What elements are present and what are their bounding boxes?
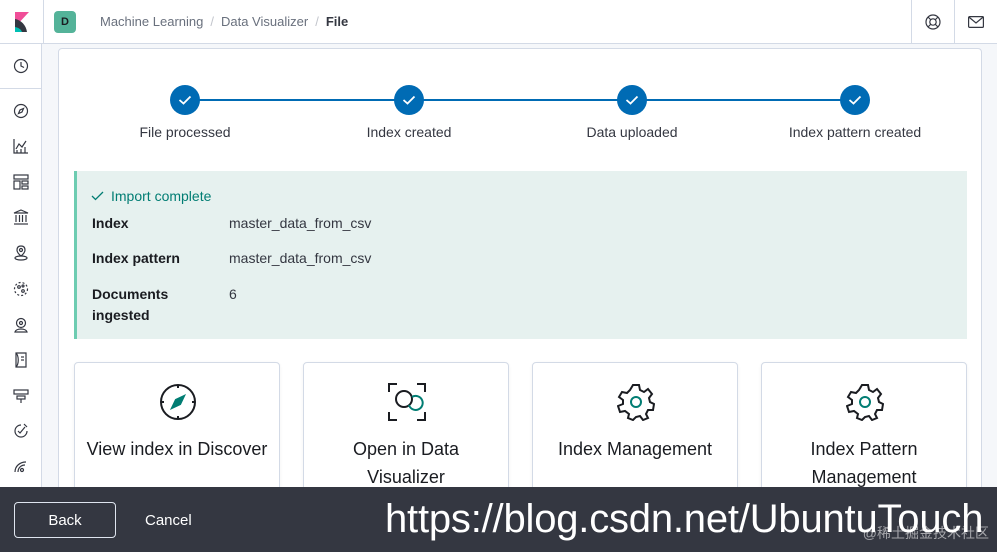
compass-icon — [158, 382, 198, 422]
nav-siem[interactable] — [11, 457, 31, 477]
card-title: Open in Data Visualizer — [352, 439, 460, 487]
step-circle-index-pattern-created — [840, 85, 870, 115]
canvas-icon — [13, 209, 29, 225]
nav-uptime[interactable] — [11, 421, 31, 441]
step-circle-index-created — [394, 85, 424, 115]
check-icon — [178, 95, 192, 105]
dashboard-icon — [13, 174, 29, 190]
import-steps: File processed Index created Data upload… — [59, 85, 981, 145]
nav-discover[interactable] — [11, 101, 31, 121]
nav-recent[interactable] — [11, 56, 31, 76]
visualize-icon — [13, 139, 28, 154]
breadcrumb-data-visualizer[interactable]: Data Visualizer — [221, 14, 308, 29]
step-label: Data uploaded — [586, 124, 678, 140]
breadcrumb-separator: / — [315, 14, 319, 29]
documents-ingested-value: 6 — [229, 286, 237, 302]
nav-infrastructure[interactable] — [11, 315, 31, 335]
machine-learning-icon — [13, 281, 29, 297]
side-navigation — [0, 44, 42, 487]
breadcrumb-separator: / — [210, 14, 214, 29]
index-pattern-value: master_data_from_csv — [229, 250, 372, 266]
mail-icon — [968, 16, 984, 28]
documents-ingested-label: Documents ingested — [92, 286, 169, 323]
gear-icon — [845, 382, 885, 422]
index-pattern-label: Index pattern — [92, 250, 180, 266]
data-visualizer-icon — [387, 382, 427, 422]
discover-compass-icon — [13, 103, 29, 119]
step-label: Index created — [366, 124, 452, 140]
kibana-logo-icon[interactable] — [0, 0, 44, 44]
nav-maps[interactable] — [11, 243, 31, 263]
file-import-panel: File processed Index created Data upload… — [58, 48, 982, 512]
top-header: D Machine Learning / Data Visualizer / F… — [0, 0, 997, 44]
infrastructure-icon — [14, 317, 28, 333]
bottom-bar: Back Cancel https://blog.csdn.net/Ubuntu… — [0, 487, 997, 552]
breadcrumb: Machine Learning / Data Visualizer / Fil… — [100, 14, 348, 29]
nav-visualize[interactable] — [11, 136, 31, 156]
card-title: Index Management — [557, 439, 713, 459]
help-icon — [925, 14, 941, 30]
check-icon — [402, 95, 416, 105]
check-icon — [91, 191, 104, 201]
check-icon — [848, 95, 862, 105]
back-button[interactable]: Back — [14, 502, 116, 538]
step-circle-data-uploaded — [617, 85, 647, 115]
cancel-button[interactable]: Cancel — [145, 502, 192, 538]
logs-icon — [15, 352, 27, 368]
recent-clock-icon — [13, 58, 29, 74]
step-label: File processed — [139, 124, 231, 140]
nav-logs[interactable] — [11, 350, 31, 370]
step-circle-file-processed — [170, 85, 200, 115]
card-title: View index in Discover — [86, 439, 268, 459]
index-value: master_data_from_csv — [229, 215, 372, 231]
breadcrumb-machine-learning[interactable]: Machine Learning — [100, 14, 203, 29]
uptime-icon — [14, 423, 28, 438]
check-icon — [625, 95, 639, 105]
maps-icon — [14, 245, 28, 261]
callout-title-text: Import complete — [111, 188, 212, 204]
callout-title: Import complete — [91, 188, 211, 204]
nav-divider — [0, 88, 41, 89]
card-title: Index Pattern Management — [810, 439, 918, 487]
import-complete-callout: Import complete Index master_data_from_c… — [74, 171, 967, 339]
siem-icon — [14, 461, 27, 473]
space-avatar[interactable]: D — [54, 10, 76, 33]
help-button[interactable] — [911, 0, 954, 44]
step-connector-line — [185, 99, 854, 101]
index-label: Index — [92, 215, 129, 231]
watermark-small: @稀土掘金技术社区 — [862, 525, 989, 541]
nav-apm[interactable] — [11, 386, 31, 406]
breadcrumb-file: File — [325, 14, 349, 29]
nav-canvas[interactable] — [11, 207, 31, 227]
apm-icon — [13, 389, 29, 403]
gear-icon — [616, 382, 656, 422]
step-label: Index pattern created — [788, 124, 922, 140]
mail-button[interactable] — [954, 0, 997, 44]
nav-dashboard[interactable] — [11, 172, 31, 192]
nav-machine-learning[interactable] — [11, 279, 31, 299]
